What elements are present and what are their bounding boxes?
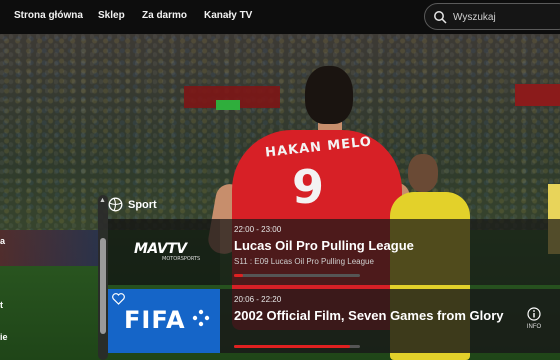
search-icon (434, 11, 447, 24)
top-navigation-bar: Strona główna Sklep Za darmo Kanały TV (0, 0, 560, 34)
category-title: Sport (128, 199, 157, 211)
info-icon (527, 307, 541, 321)
scroll-up-arrow[interactable]: ▲ (99, 197, 106, 204)
channel-logo: MAVTV MOTORSPORTS (108, 219, 220, 285)
channel-logo: FIFA (108, 289, 220, 353)
program-time: 20:06 - 22:20 (234, 295, 282, 304)
plus-logo-icon (192, 309, 210, 327)
program-row[interactable]: MAVTV MOTORSPORTS 22:00 - 23:00 Lucas Oi… (108, 219, 560, 285)
info-label: INFO (526, 324, 542, 330)
sports-ball-icon (108, 197, 123, 212)
left-menu-fragment[interactable]: a (0, 236, 5, 246)
stadium-banner (515, 84, 560, 106)
nav-shop[interactable]: Sklep (98, 10, 125, 21)
info-button[interactable]: INFO (520, 307, 548, 337)
channel-logo-subtext: MOTORSPORTS (162, 256, 201, 262)
progress-bar (234, 345, 360, 348)
referee-head (408, 154, 438, 192)
program-title: 2002 Official Film, Seven Games from Glo… (234, 308, 504, 323)
nav-home[interactable]: Strona główna (14, 10, 83, 21)
heart-icon[interactable] (112, 293, 125, 305)
progress-bar (234, 274, 360, 277)
program-row[interactable]: FIFA 20:06 - 22:20 2002 Official Film, S… (108, 289, 560, 353)
progress-fill (234, 274, 243, 277)
program-subtitle: S11 : E09 Lucas Oil Pro Pulling League (234, 257, 374, 266)
jersey-number: 9 (292, 160, 325, 214)
scrollbar-thumb[interactable] (100, 238, 106, 334)
nav-free[interactable]: Za darmo (142, 10, 187, 21)
program-time: 22:00 - 23:00 (234, 225, 282, 234)
search-box[interactable] (424, 3, 560, 30)
ad-board (0, 230, 100, 266)
program-title: Lucas Oil Pro Pulling League (234, 238, 414, 253)
progress-fill (234, 345, 350, 348)
channel-logo-text: FIFA (124, 306, 186, 334)
search-input[interactable] (453, 10, 560, 24)
left-menu-fragment[interactable]: t (0, 300, 3, 310)
nav-tv-channels[interactable]: Kanały TV (204, 10, 252, 21)
player-head (305, 66, 353, 124)
left-menu-fragment[interactable]: ie (0, 332, 8, 342)
stadium-sign (216, 100, 240, 110)
channel-logo-text: MAVTV (134, 241, 187, 257)
